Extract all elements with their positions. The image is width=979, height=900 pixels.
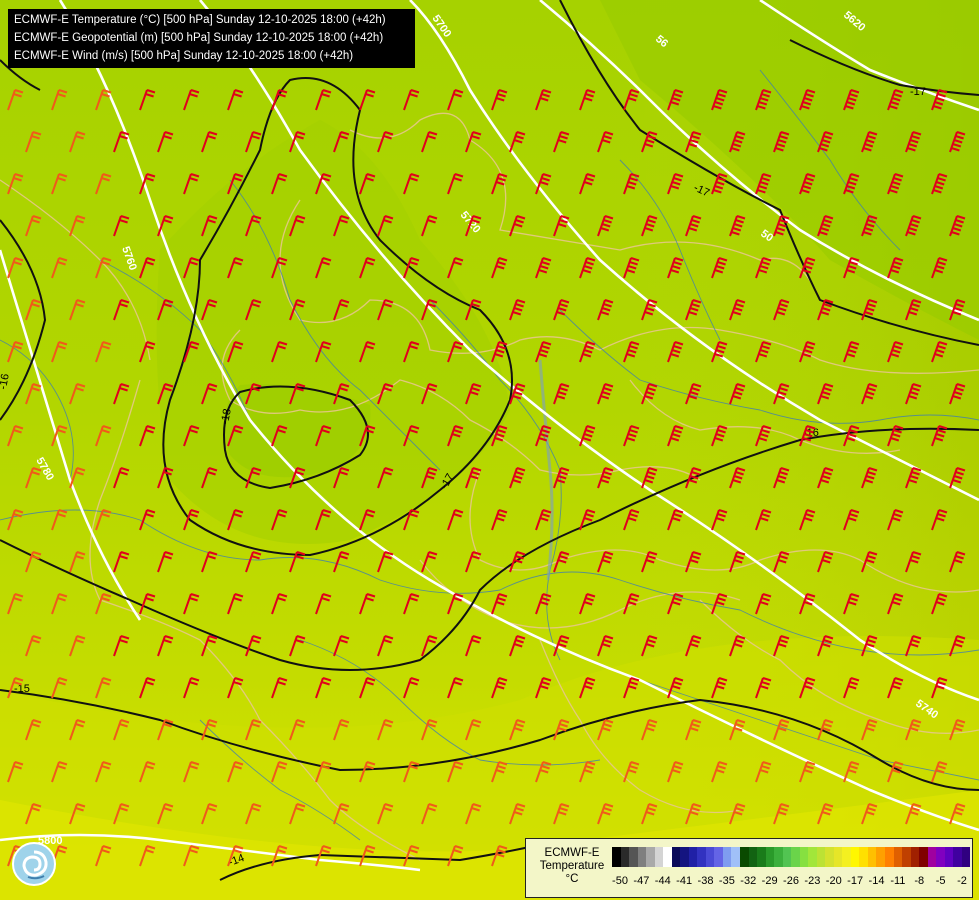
legend-color-swatch	[739, 847, 749, 867]
ecmwf-swirl-logo-icon	[12, 842, 56, 886]
legend-color-swatch	[637, 847, 647, 867]
legend-color-swatch	[663, 847, 672, 867]
legend-color-swatch	[688, 847, 698, 867]
map-header: ECMWF-E Temperature (°C) [500 hPa] Sunda…	[8, 9, 415, 68]
legend-color-swatch	[825, 847, 834, 867]
legend-color-swatch	[620, 847, 630, 867]
legend-tick-label: -38	[697, 875, 714, 887]
legend-tick-label: -32	[740, 875, 757, 887]
legend-tick-label: -8	[914, 875, 925, 887]
legend-color-swatch	[748, 847, 758, 867]
legend-color-swatch	[629, 847, 638, 867]
legend-color-swatch	[850, 847, 860, 867]
temperature-label: -15	[14, 683, 30, 695]
legend-color-swatch	[757, 847, 766, 867]
legend-tick-label: -11	[890, 875, 906, 887]
legend-color-swatch	[680, 847, 689, 867]
header-temperature-line: ECMWF-E Temperature (°C) [500 hPa] Sunda…	[14, 14, 386, 26]
legend-color-swatch	[953, 847, 962, 867]
legend-color-swatch	[893, 847, 903, 867]
legend-color-swatch	[646, 847, 655, 867]
legend-color-swatch	[808, 847, 817, 867]
header-geopotential-line: ECMWF-E Geopotential (m) [500 hPa] Sunda…	[14, 32, 384, 44]
legend-tick-labels: -50 -47 -44 -41 -38 -35 -32 -29 -26 -23 -20 -17 -14-…	[612, 875, 970, 889]
legend-title: ECMWF-E Temperature °C	[539, 847, 605, 885]
legend-color-swatch	[842, 847, 851, 867]
legend-tick-label: -17	[847, 875, 864, 887]
legend-color-swatch	[612, 847, 621, 867]
legend-color-swatch	[927, 847, 937, 867]
legend-color-swatch	[919, 847, 928, 867]
legend-color-swatch	[799, 847, 809, 867]
legend-tick-label: -20	[825, 875, 842, 887]
legend-color-swatch	[816, 847, 826, 867]
legend-tick-label: -35	[718, 875, 735, 887]
weather-map: 5700 56 5620 5720 50 5760 5780 5740 5800…	[0, 0, 979, 900]
legend-tick-label: -50	[612, 875, 628, 887]
legend-color-swatch	[936, 847, 945, 867]
legend-color-swatch	[714, 847, 723, 867]
legend-tick-label: -41	[676, 875, 693, 887]
legend-tick-label: -2	[957, 875, 967, 887]
legend-color-swatch	[833, 847, 843, 867]
legend-color-swatch	[791, 847, 800, 867]
legend-color-swatch	[859, 847, 868, 867]
legend-color-swatch	[722, 847, 732, 867]
legend-color-swatch	[961, 847, 971, 867]
legend-color-swatch	[731, 847, 740, 867]
legend-color-bar	[612, 847, 971, 867]
legend-color-swatch	[902, 847, 911, 867]
legend-tick-label: -44	[654, 875, 671, 887]
legend-color-swatch	[774, 847, 783, 867]
legend-color-swatch	[867, 847, 877, 867]
legend-color-swatch	[697, 847, 706, 867]
legend-tick-label: -23	[804, 875, 821, 887]
legend-tick-label: -5	[935, 875, 946, 887]
legend-color-swatch	[876, 847, 885, 867]
legend-tick-label: -26	[783, 875, 799, 887]
legend-color-swatch	[782, 847, 792, 867]
legend-color-swatch	[654, 847, 664, 867]
legend-color-swatch	[765, 847, 775, 867]
temperature-legend: ECMWF-E Temperature °C -50 -47 -44 -41 -38 -3…	[525, 838, 973, 898]
legend-color-swatch	[910, 847, 920, 867]
legend-color-swatch	[944, 847, 954, 867]
legend-color-swatch	[671, 847, 681, 867]
legend-tick-label: -29	[761, 875, 778, 887]
legend-tick-label: -14	[868, 875, 885, 887]
temperature-label: -17	[910, 86, 926, 98]
legend-color-swatch	[885, 847, 894, 867]
legend-color-swatch	[705, 847, 715, 867]
header-wind-line: ECMWF-E Wind (m/s) [500 hPa] Sunday 12-1…	[14, 50, 354, 62]
legend-tick-label: -47	[633, 875, 650, 887]
